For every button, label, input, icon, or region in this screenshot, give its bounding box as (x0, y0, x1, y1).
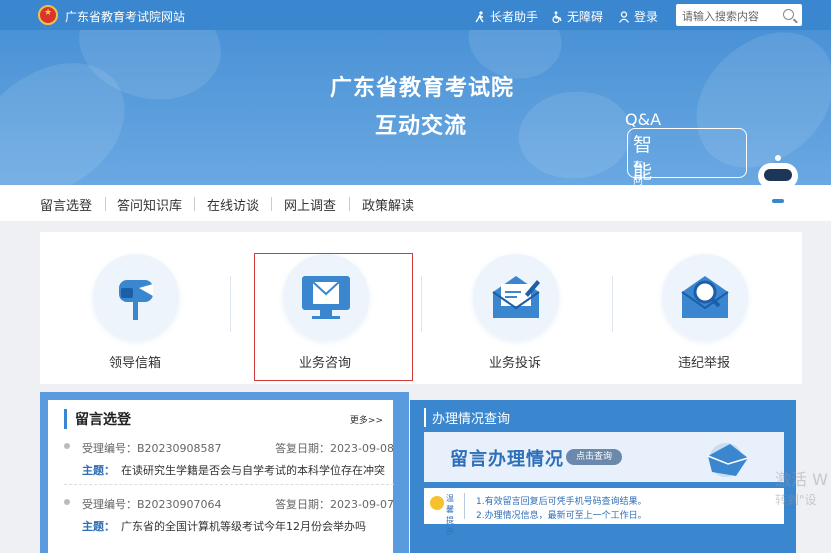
decorative-flower (510, 77, 640, 185)
tip-label: 温馨提示 (446, 494, 454, 536)
site-title[interactable]: 广东省教育考试院网站 (65, 8, 185, 25)
top-bar: 广东省教育考试院网站 长者助手 无障碍 登录 请输入搜索内容 (0, 0, 831, 30)
service-divider (421, 276, 422, 332)
reply-date: 答复日期：2023-09-07 (275, 498, 394, 511)
ticket-number: 受理编号：B20230907064 (82, 498, 222, 511)
dashed-divider (64, 484, 394, 485)
activation-watermark: 激活 W 转到"设 (775, 470, 828, 510)
service-discipline-report[interactable]: 违纪举报 (654, 232, 764, 384)
watermark-line-1: 激活 W (775, 470, 828, 489)
message-topic[interactable]: 主题： 在读研究生学籍是否会与自学考试的本科学位存在冲突 (82, 462, 385, 478)
user-icon (619, 10, 629, 23)
tips-box: 温馨提示 1.有效留言回复后可凭手机号码查询结果。 2.办理情况信息，最新可至上… (424, 488, 784, 536)
nav-item-survey[interactable]: 网上调查 (284, 195, 336, 214)
nav-item-online-interview[interactable]: 在线访谈 (207, 195, 259, 214)
elder-icon (475, 10, 484, 22)
envelope-pen-icon (492, 276, 540, 318)
service-label: 业务投诉 (488, 356, 541, 371)
envelope-search-icon (681, 276, 729, 318)
robot-button (772, 199, 784, 203)
service-icon-circle (93, 254, 179, 340)
status-query-panel: 办理情况查询 留言办理情况 点击查询 温馨提示 1.有效留言回复后可凭手机号码查… (410, 400, 796, 553)
service-icon-circle (662, 254, 748, 340)
topic-label: 主题： (82, 464, 115, 477)
panel-title: 留言选登 (64, 409, 131, 429)
nav-divider (271, 197, 272, 211)
topic-text: 广东省的全国计算机等级考试今年12月份会举办吗 (121, 520, 366, 533)
banner: 广东省教育考试院 互动交流 Q&A 智能问答 有问题可以随时问我哟~ (0, 30, 831, 185)
service-business-complaint[interactable]: 业务投诉 (465, 232, 575, 384)
elder-helper-label: 长者助手 (490, 10, 539, 24)
nav-item-policy[interactable]: 政策解读 (362, 195, 414, 214)
topic-label: 主题： (82, 520, 115, 533)
bullet-dot (64, 499, 70, 505)
panel-title: 办理情况查询 (424, 408, 510, 427)
nav-divider (194, 197, 195, 211)
nav-divider (105, 197, 106, 211)
banner-subtitle: 互动交流 (375, 114, 468, 139)
login-label: 登录 (634, 10, 659, 24)
tip-divider (464, 493, 465, 519)
sub-nav: 留言选登 答问知识库 在线访谈 网上调查 政策解读 (0, 185, 831, 221)
service-label: 领导信箱 (108, 356, 161, 371)
qa-subtitle: 有问题可以随时问我哟~ (633, 161, 643, 185)
envelope-icon (707, 443, 749, 477)
message-topic[interactable]: 主题： 广东省的全国计算机等级考试今年12月份会举办吗 (82, 518, 366, 534)
wheelchair-icon (552, 10, 562, 23)
lightbulb-icon (430, 496, 444, 510)
qa-tag: Q&A (625, 110, 662, 129)
search-box[interactable]: 请输入搜索内容 (676, 4, 802, 26)
mailbox-icon (119, 280, 153, 320)
tip-line-2: 2.办理情况信息，最新可至上一个工作日。 (476, 511, 647, 521)
accessibility-link[interactable]: 无障碍 (551, 8, 603, 25)
national-emblem-icon (38, 5, 58, 25)
reply-date: 答复日期：2023-09-08 (275, 442, 394, 455)
login-link[interactable]: 登录 (618, 8, 658, 25)
service-divider (612, 276, 613, 332)
robot-body (766, 191, 790, 217)
banner-title: 广东省教育考试院 (330, 76, 515, 101)
ticket-number: 受理编号：B20230908587 (82, 442, 222, 455)
nav-item-messages[interactable]: 留言选登 (40, 195, 92, 214)
search-icon[interactable] (783, 9, 794, 20)
robot-face (764, 169, 792, 181)
topic-text: 在读研究生学籍是否会与自学考试的本科学位存在冲突 (121, 464, 385, 477)
watermark-line-2: 转到"设 (775, 493, 817, 507)
service-leader-mailbox[interactable]: 领导信箱 (85, 232, 195, 384)
selection-highlight (254, 253, 413, 381)
query-card-title: 留言办理情况 (450, 449, 564, 470)
more-link[interactable]: 更多>> (350, 413, 383, 426)
message-panel-body: 留言选登 更多>> 受理编号：B20230908587 答复日期：2023-09… (48, 400, 394, 553)
nav-item-knowledge-base[interactable]: 答问知识库 (117, 195, 182, 214)
nav-divider (349, 197, 350, 211)
accessibility-label: 无障碍 (567, 10, 604, 24)
service-cards: 领导信箱 业务咨询 业务投诉 违纪举报 (40, 232, 802, 384)
message-selection-panel: 留言选登 更多>> 受理编号：B20230908587 答复日期：2023-09… (40, 392, 409, 553)
robot-assistant-icon[interactable] (758, 155, 798, 221)
status-query-card[interactable]: 留言办理情况 点击查询 (424, 432, 784, 482)
robot-antenna (775, 155, 781, 161)
service-label: 违纪举报 (677, 356, 730, 371)
bullet-dot (64, 443, 70, 449)
service-divider (230, 276, 231, 332)
elder-helper-link[interactable]: 长者助手 (474, 8, 538, 25)
service-icon-circle (473, 254, 559, 340)
search-input[interactable]: 请输入搜索内容 (682, 8, 759, 24)
tip-line-1: 1.有效留言回复后可凭手机号码查询结果。 (476, 497, 647, 507)
query-button[interactable]: 点击查询 (566, 449, 622, 465)
